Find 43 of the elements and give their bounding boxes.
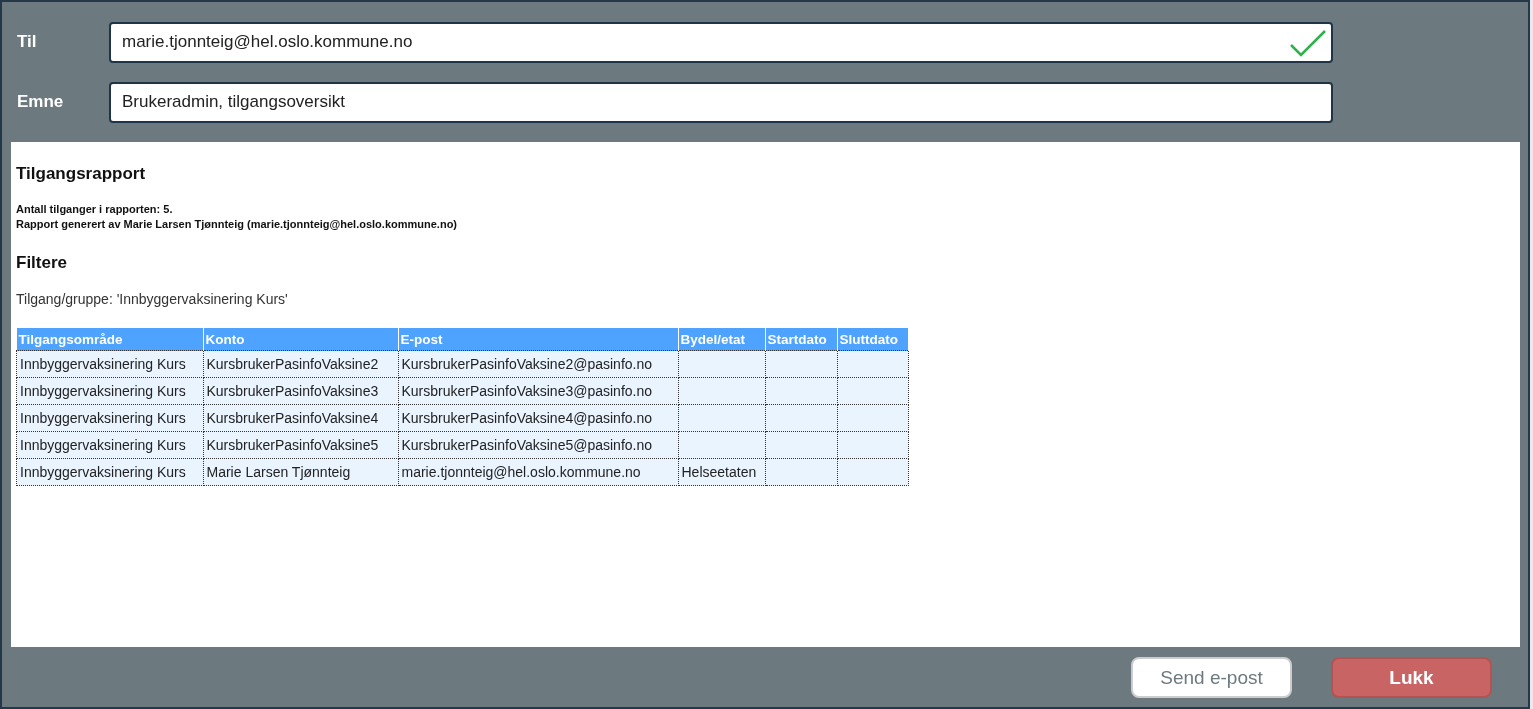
column-header: Startdato [765,328,837,351]
column-header: E-post [398,328,678,351]
table-cell [837,431,908,459]
column-header: Sluttdato [837,328,908,351]
input-field[interactable]: Brukeradmin, tilgangsoversikt [109,81,1333,123]
table-cell [837,350,908,378]
table-cell: KursbrukerPasinfoVaksine3@pasinfo.no [398,377,678,405]
table-cell: KursbrukerPasinfoVaksine3 [203,377,398,405]
table-cell: KursbrukerPasinfoVaksine5@pasinfo.no [398,431,678,459]
column-header: Tilgangsområde [16,328,203,351]
table-cell [765,377,837,405]
report-title: Tilgangsrapport [16,164,147,184]
table-cell: KursbrukerPasinfoVaksine2 [203,350,398,378]
close-button[interactable]: Lukk [1331,657,1492,698]
table-cell: Innbyggervaksinering Kurs [16,377,203,405]
table-cell: KursbrukerPasinfoVaksine2@pasinfo.no [398,350,678,378]
table-cell: Innbyggervaksinering Kurs [16,431,203,459]
table-cell [765,404,837,432]
table-cell: marie.tjonnteig@hel.oslo.kommune.no [398,458,678,486]
column-header: Bydel/etat [678,328,765,351]
table-cell: Helseetaten [678,458,765,486]
table-cell [765,350,837,378]
table-cell [765,431,837,459]
table-cell [837,404,908,432]
filter-heading: Filtere [16,253,69,273]
table-cell: KursbrukerPasinfoVaksine4 [203,404,398,432]
filter-text: Tilgang/gruppe: 'Innbyggervaksinering Kurs' [16,291,289,307]
table-cell [765,458,837,486]
input-field[interactable]: marie.tjonnteig@hel.oslo.kommune.no [109,21,1333,63]
table-cell: Innbyggervaksinering Kurs [16,350,203,378]
table-cell [837,458,908,486]
table-cell: KursbrukerPasinfoVaksine4@pasinfo.no [398,404,678,432]
report-summary: Rapport generert av Marie Larsen Tjønnteig (marie.tjonnteig@hel.oslo.kommune.no) [16,217,458,232]
table-cell: Innbyggervaksinering Kurs [16,458,203,486]
table-cell: Marie Larsen Tjønnteig [203,458,398,486]
column-header: Konto [203,328,398,351]
field-label: Til [16,32,38,52]
field-label: Emne [16,92,65,112]
table-cell: KursbrukerPasinfoVaksine5 [203,431,398,459]
table-cell [837,377,908,405]
send-button[interactable]: Send e-post [1131,657,1292,698]
table-cell: Innbyggervaksinering Kurs [16,404,203,432]
report-summary: Antall tilganger i rapporten: 5. [16,202,174,217]
